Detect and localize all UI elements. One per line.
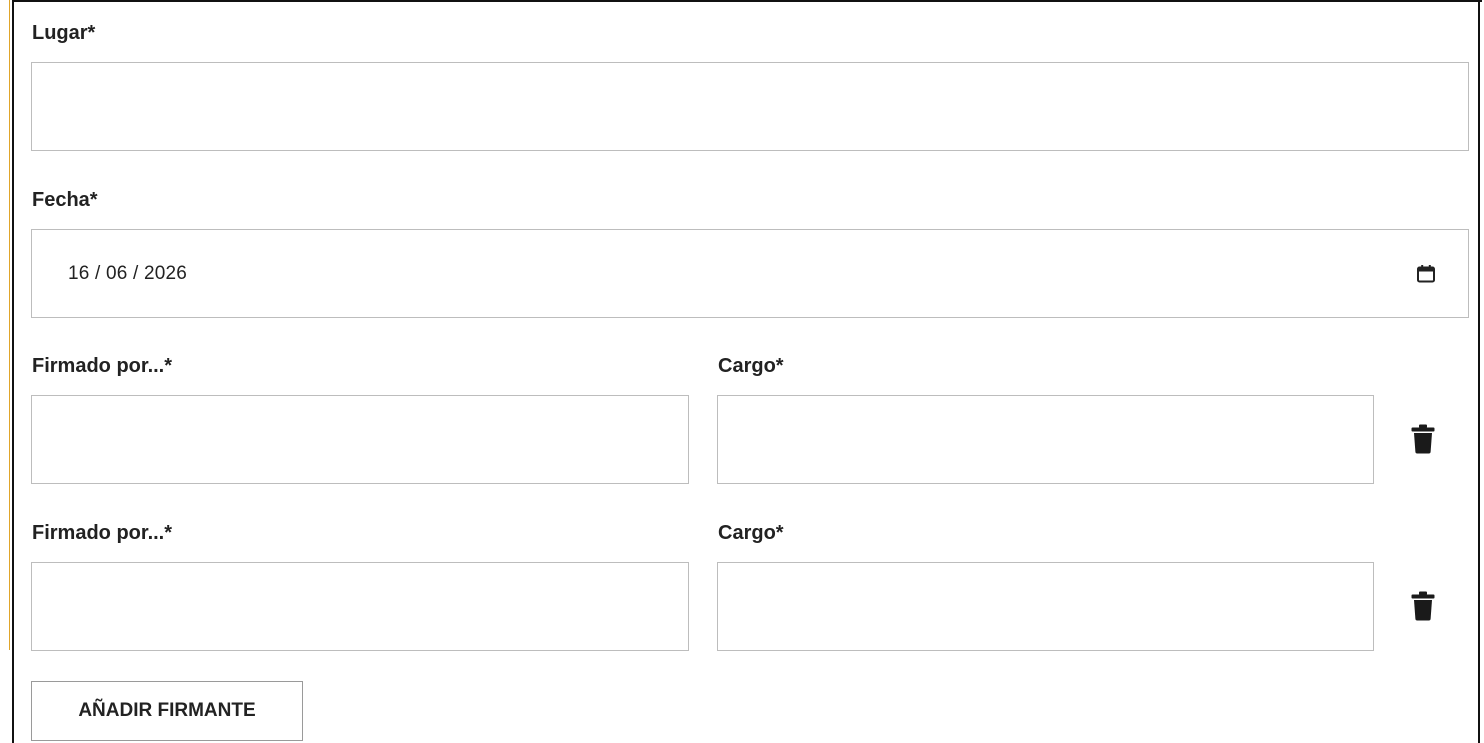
cargo-label-2: Cargo* [718, 522, 784, 544]
left-border [12, 0, 14, 743]
calendar-icon[interactable] [1414, 262, 1438, 286]
firmado-input-1[interactable] [31, 395, 689, 484]
fecha-value: 16 / 06 / 2026 [68, 263, 188, 284]
firmado-input-2[interactable] [31, 562, 689, 651]
lugar-label: Lugar* [32, 22, 96, 44]
firmado-label-1: Firmado por...* [32, 355, 173, 377]
trash-icon[interactable] [1410, 591, 1436, 621]
right-border [1478, 0, 1480, 743]
fecha-date-input[interactable]: 16 / 06 / 2026 [31, 229, 1469, 318]
cargo-input-2[interactable] [717, 562, 1374, 651]
lugar-input[interactable] [31, 62, 1469, 151]
cargo-input-1[interactable] [717, 395, 1374, 484]
add-signer-button[interactable]: AÑADIR FIRMANTE [31, 681, 303, 741]
cargo-label-1: Cargo* [718, 355, 784, 377]
firmado-label-2: Firmado por...* [32, 522, 173, 544]
trash-icon[interactable] [1410, 424, 1436, 454]
signature-form: Lugar* Fecha* 16 / 06 / 2026 Firmado por… [0, 0, 1484, 743]
top-border [12, 0, 1482, 2]
fecha-label: Fecha* [32, 189, 98, 211]
left-accent-border [0, 0, 10, 650]
